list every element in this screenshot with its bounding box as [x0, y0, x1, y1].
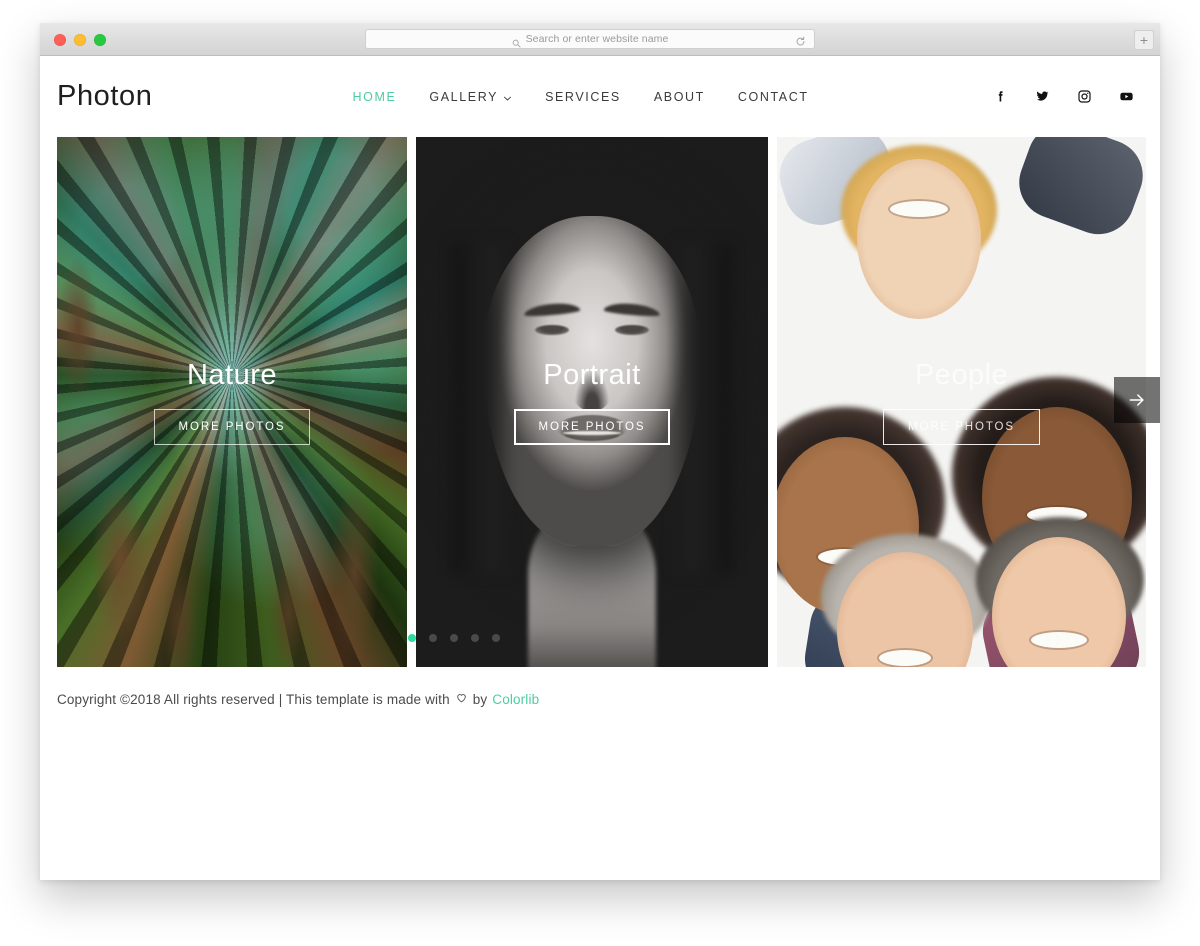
pagination-dot-3[interactable] [450, 634, 458, 642]
window-traffic-lights [54, 34, 106, 46]
pagination-dot-2[interactable] [429, 634, 437, 642]
slide-portrait-overlay: Portrait MORE PHOTOS [416, 137, 768, 667]
instagram-icon[interactable] [1077, 89, 1092, 104]
browser-titlebar: Search or enter website name + [40, 23, 1160, 56]
nav-item-contact[interactable]: CONTACT [738, 90, 809, 104]
youtube-icon[interactable] [1119, 89, 1134, 104]
slide-title-people: People [914, 359, 1009, 391]
plus-icon: + [1139, 32, 1149, 48]
slide-people-overlay: People MORE PHOTOS [777, 137, 1146, 667]
maximize-window-button[interactable] [94, 34, 106, 46]
new-tab-button[interactable]: + [1134, 30, 1154, 50]
slide-nature[interactable]: Nature MORE PHOTOS [57, 137, 407, 667]
footer-by-text: by [472, 691, 488, 707]
minimize-window-button[interactable] [74, 34, 86, 46]
page-viewport: Photon HOME GALLERY SERVICES ABOUT CONTA… [40, 56, 1160, 880]
site-footer: Copyright ©2018 All rights reserved | Th… [40, 667, 1160, 707]
more-photos-button-people[interactable]: MORE PHOTOS [883, 409, 1040, 445]
hero-slider: Nature MORE PHOTOS Portrait [40, 137, 1160, 667]
nav-item-home[interactable]: HOME [353, 90, 397, 104]
heart-outline-icon [455, 691, 468, 707]
address-bar-placeholder: Search or enter website name [525, 33, 669, 45]
footer-brand-link[interactable]: Colorlib [492, 692, 539, 707]
slide-people[interactable]: People MORE PHOTOS [777, 137, 1146, 667]
nav-item-gallery[interactable]: GALLERY [429, 90, 512, 104]
social-links [993, 89, 1134, 104]
pagination-dot-5[interactable] [492, 634, 500, 642]
nav-item-about[interactable]: ABOUT [654, 90, 705, 104]
pagination-dot-4[interactable] [471, 634, 479, 642]
nav-item-services[interactable]: SERVICES [545, 90, 621, 104]
site-logo[interactable]: Photon [57, 80, 153, 113]
footer-copyright-text: Copyright ©2018 All rights reserved | Th… [57, 691, 450, 707]
slide-portrait[interactable]: Portrait MORE PHOTOS [416, 137, 768, 667]
search-icon [512, 35, 521, 48]
nav-label-services: SERVICES [545, 89, 621, 104]
reload-icon[interactable] [795, 34, 806, 46]
nav-label-gallery: GALLERY [429, 89, 499, 104]
nav-label-home: HOME [352, 89, 397, 104]
slider-next-button[interactable] [1114, 377, 1160, 423]
pagination-dot-1[interactable] [408, 634, 416, 642]
twitter-icon[interactable] [1035, 89, 1050, 104]
main-navigation: HOME GALLERY SERVICES ABOUT CONTACT [353, 90, 809, 104]
nav-label-contact: CONTACT [737, 89, 809, 104]
more-photos-button-portrait[interactable]: MORE PHOTOS [513, 409, 671, 445]
chevron-down-icon [503, 92, 512, 101]
site-header: Photon HOME GALLERY SERVICES ABOUT CONTA… [40, 56, 1160, 137]
slide-title-portrait: Portrait [543, 359, 641, 391]
nav-label-about: ABOUT [653, 89, 705, 104]
close-window-button[interactable] [54, 34, 66, 46]
address-bar[interactable]: Search or enter website name [365, 29, 815, 49]
facebook-icon[interactable] [993, 89, 1008, 104]
browser-window: Search or enter website name + Photon HO… [40, 23, 1160, 880]
arrow-right-icon [1127, 390, 1147, 410]
slider-pagination [408, 634, 500, 642]
nature-image [57, 137, 407, 667]
